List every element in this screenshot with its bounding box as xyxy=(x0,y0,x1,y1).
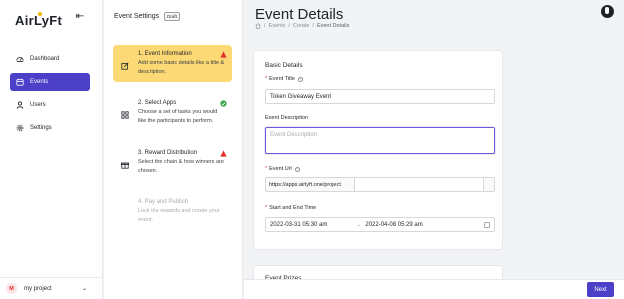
home-icon[interactable] xyxy=(255,23,261,29)
required-mark: * xyxy=(265,166,268,172)
label-text: Start and End Time xyxy=(269,205,317,211)
required-mark: * xyxy=(265,76,268,82)
end-time-input[interactable]: 2022-04-08 05:29 am xyxy=(365,222,422,228)
sidebar-item-label: Events xyxy=(30,79,49,85)
footer-bar: Next xyxy=(244,279,624,299)
event-title-input[interactable]: Token Giveaway Event xyxy=(265,89,495,104)
breadcrumb-separator: / xyxy=(312,23,314,29)
gift-icon xyxy=(121,162,129,169)
sidebar-item-label: Dashboard xyxy=(30,56,60,62)
next-button[interactable]: Next xyxy=(587,282,614,297)
steps-header: Event Settings Draft xyxy=(114,12,180,21)
event-url-label: * Event Url ? xyxy=(265,166,300,172)
event-description-label: Event Description xyxy=(265,115,308,121)
warning-icon xyxy=(220,150,227,157)
event-description-input[interactable]: Event Description xyxy=(265,127,495,154)
sidebar-item-dashboard[interactable]: Dashboard xyxy=(10,50,90,68)
sidebar-item-settings[interactable]: Settings xyxy=(10,119,90,137)
start-time-input[interactable]: 2022-03-31 05:30 am xyxy=(270,222,327,228)
page-title: Event Details xyxy=(255,6,344,23)
step-description: Lock the rewards and create your event. xyxy=(138,208,220,223)
event-title-label: * Event Title ? xyxy=(265,76,303,82)
step-description: Select the chain & how winners are chose… xyxy=(138,159,224,174)
required-mark: * xyxy=(265,205,268,211)
step-title: 4. Pay and Publish xyxy=(138,199,189,205)
label-text: Event Title xyxy=(269,76,295,82)
avatar[interactable] xyxy=(601,5,614,18)
card-title: Basic Details xyxy=(265,62,303,69)
step-description: Choose a set of tasks you would like the… xyxy=(138,109,218,124)
step-title: 2. Select Apps xyxy=(138,100,177,106)
gear-icon xyxy=(16,124,24,132)
chevron-down-icon: ⌄ xyxy=(81,286,87,292)
apps-grid-icon xyxy=(121,111,129,119)
sidebar-item-events[interactable]: Events xyxy=(10,73,90,91)
project-switcher[interactable]: M my project ⌄ xyxy=(0,277,103,299)
url-prefix: https://apps.airlyft.one/project xyxy=(265,177,355,192)
label-text: Event Url xyxy=(269,166,292,172)
step-pay-and-publish: 4. Pay and Publish Lock the rewards and … xyxy=(113,193,232,230)
label-text: Event Description xyxy=(265,115,309,121)
event-url-field: https://apps.airlyft.one/project xyxy=(265,177,495,192)
breadcrumb-separator: / xyxy=(288,23,290,29)
step-title: 3. Reward Distribution xyxy=(138,150,198,156)
step-select-apps[interactable]: 2. Select Apps Choose a set of tasks you… xyxy=(113,94,232,131)
steps-panel: Event Settings Draft 1. Event Informatio… xyxy=(104,0,243,299)
step-description: Add some basic details like a title & de… xyxy=(138,60,225,75)
breadcrumb: / Events / Create / Event Details xyxy=(255,23,349,29)
dashboard-icon xyxy=(16,55,24,63)
url-suffix xyxy=(483,177,495,192)
step-title: 1. Event Information xyxy=(138,51,192,57)
main-content: Event Details / Events / Create / Event … xyxy=(244,0,624,299)
sidebar-item-users[interactable]: Users xyxy=(10,96,90,114)
arrow-left-icon[interactable]: ⇤ xyxy=(74,10,86,22)
calendar-icon xyxy=(484,222,490,228)
calendar-icon xyxy=(16,78,24,86)
step-reward-distribution[interactable]: 3. Reward Distribution Select the chain … xyxy=(113,144,232,181)
date-range-label: * Start and End Time xyxy=(265,205,316,211)
step-event-information[interactable]: 1. Event Information Add some basic deta… xyxy=(113,45,232,82)
basic-details-card: Basic Details * Event Title ? Token Give… xyxy=(253,50,503,250)
sidebar: AirLyFt ⇤ Dashboard Events Users Setting… xyxy=(0,0,103,299)
breadcrumb-current: Event Details xyxy=(316,23,350,29)
help-icon[interactable]: ? xyxy=(297,76,303,82)
check-circle-icon xyxy=(220,100,227,107)
warning-icon xyxy=(220,51,227,58)
date-range-picker[interactable]: 2022-03-31 05:30 am → 2022-04-08 05:29 a… xyxy=(265,217,495,232)
breadcrumb-item[interactable]: Create xyxy=(293,23,310,29)
user-icon xyxy=(16,101,24,109)
sidebar-item-label: Settings xyxy=(30,125,52,131)
project-avatar: M xyxy=(6,283,17,294)
breadcrumb-item[interactable]: Events xyxy=(269,23,286,29)
steps-title: Event Settings xyxy=(114,13,160,20)
brand-logo[interactable]: AirLyFt xyxy=(15,12,62,28)
sidebar-item-label: Users xyxy=(30,102,46,108)
project-name: my project xyxy=(24,285,52,292)
breadcrumb-separator: / xyxy=(264,23,266,29)
event-url-input[interactable] xyxy=(355,177,483,192)
status-badge: Draft xyxy=(164,12,180,21)
arrow-right-icon: → xyxy=(355,221,362,228)
edit-icon xyxy=(121,62,129,70)
sidebar-nav: Dashboard Events Users Settings xyxy=(10,50,90,142)
help-icon[interactable]: ? xyxy=(294,166,300,172)
logo-dot xyxy=(38,12,42,16)
